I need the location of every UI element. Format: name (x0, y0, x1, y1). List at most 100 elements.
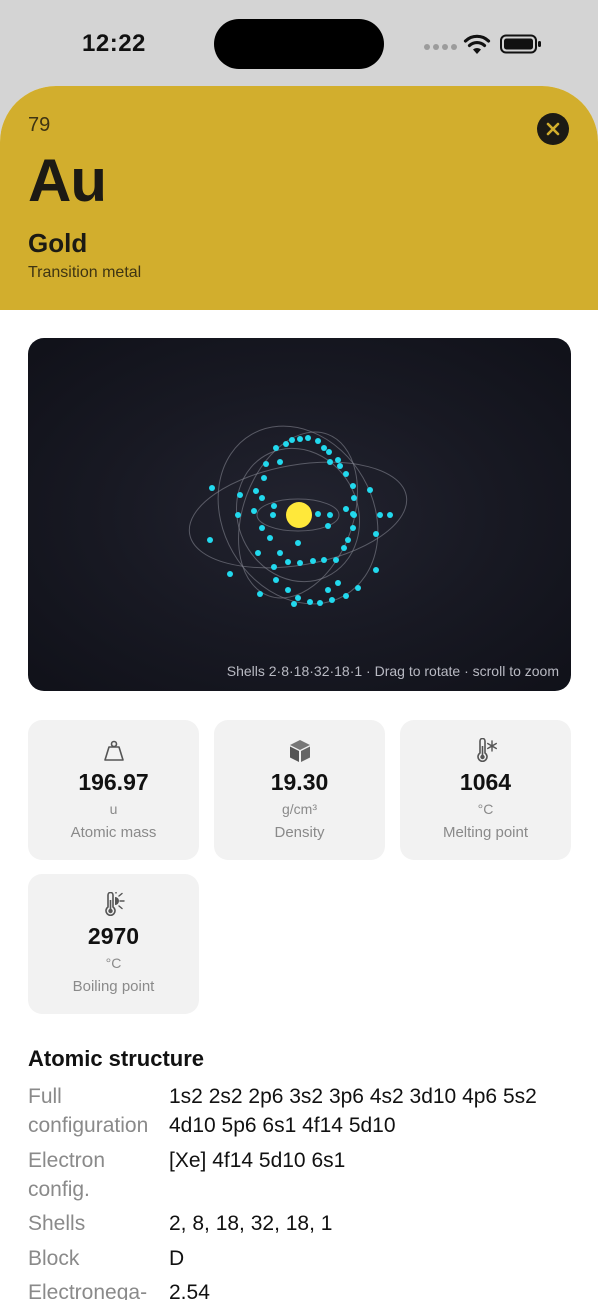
electron (277, 459, 283, 465)
property-label: Boiling point (72, 978, 155, 995)
electron (315, 511, 321, 517)
electron (307, 599, 313, 605)
thermometer-sun-icon (104, 892, 125, 916)
electron (327, 459, 333, 465)
property-card-melting-point: 1064 °C Melting point (400, 720, 571, 860)
property-value: 19.30 (270, 769, 329, 795)
electron (327, 512, 333, 518)
electron (345, 537, 351, 543)
electron (387, 512, 393, 518)
electron (259, 525, 265, 531)
electron (297, 560, 303, 566)
electron (317, 600, 323, 606)
structure-value-electron-config: [Xe] 4f14 5d10 6s1 (169, 1149, 346, 1172)
structure-value-electronegativity: 2.54 (169, 1281, 210, 1300)
electron (367, 487, 373, 493)
thermometer-snowflake-icon (476, 738, 497, 762)
electron (373, 567, 379, 573)
element-name: Gold (28, 228, 88, 258)
atom-viewer-caption: Shells 2·8·18·32·18·1 · Drag to rotate ·… (226, 663, 559, 679)
structure-value-full-configuration: 1s2 2s2 2p6 3s2 3p6 4s2 3d10 4p6 5s2 4d1… (169, 1085, 537, 1137)
electron (321, 557, 327, 563)
electron (273, 577, 279, 583)
status-bar: 12:22 (0, 0, 598, 86)
nucleus (286, 502, 312, 528)
status-time: 12:22 (82, 30, 146, 57)
atomic-number: 79 (28, 114, 51, 136)
electron (235, 512, 241, 518)
electron (259, 495, 265, 501)
electron (350, 511, 356, 517)
electron (355, 585, 361, 591)
electron (329, 597, 335, 603)
structure-value-shells: 2, 8, 18, 32, 18, 1 (169, 1212, 333, 1235)
property-unit: °C (105, 955, 122, 971)
element-symbol: Au (28, 147, 107, 214)
electron (315, 438, 321, 444)
structure-label-electronegativity: Electronega- (28, 1281, 148, 1300)
electron (285, 559, 291, 565)
structure-label-electron-config: Electron config. (28, 1149, 106, 1201)
electron (335, 580, 341, 586)
structure-label-shells: Shells (28, 1212, 86, 1235)
electron (295, 595, 301, 601)
property-label: Atomic mass (70, 824, 157, 841)
element-detail-sheet: 79 Au Gold Transition metal Shells 2·8·1… (0, 86, 598, 1300)
wifi-icon (463, 34, 491, 54)
cellular-signal-icon (424, 44, 457, 50)
property-value: 1064 (459, 769, 512, 795)
element-category: Transition metal (28, 264, 142, 281)
property-card-boiling-point: 2970 °C Boiling point (28, 874, 199, 1014)
close-button[interactable] (537, 113, 569, 145)
electron (267, 535, 273, 541)
structure-label-block: Block (28, 1247, 80, 1270)
property-label: Density (274, 824, 325, 841)
structure-label-full-configuration: Full configuration (28, 1085, 149, 1137)
cube-icon (289, 740, 310, 762)
electron (325, 587, 331, 593)
electron (333, 557, 339, 563)
weight-icon (103, 740, 124, 761)
electron (310, 558, 316, 564)
electron (227, 571, 233, 577)
electron (343, 471, 349, 477)
electron (305, 435, 311, 441)
electron (277, 550, 283, 556)
electron (255, 550, 261, 556)
atom-model-viewer[interactable]: Shells 2·8·18·32·18·1 · Drag to rotate ·… (28, 338, 571, 691)
electron (321, 445, 327, 451)
battery-icon (500, 34, 541, 54)
electron (263, 461, 269, 467)
electron (271, 564, 277, 570)
electron (350, 525, 356, 531)
electron (261, 475, 267, 481)
electron (326, 449, 332, 455)
electron (283, 441, 289, 447)
electron (335, 457, 341, 463)
property-value: 2970 (87, 923, 140, 949)
electron (251, 508, 257, 514)
structure-value-block: D (169, 1247, 185, 1270)
electron (285, 587, 291, 593)
electron (373, 531, 379, 537)
electron (209, 485, 215, 491)
electron (207, 537, 213, 543)
electron (350, 483, 356, 489)
property-unit: g/cm³ (282, 801, 317, 817)
section-title-atomic-structure: Atomic structure (28, 1046, 205, 1071)
property-card-atomic-mass: 196.97 u Atomic mass (28, 720, 199, 860)
dynamic-island (214, 19, 384, 69)
atom-model[interactable] (28, 338, 571, 691)
electron (257, 591, 263, 597)
element-header: 79 Au Gold Transition metal (0, 86, 598, 310)
electron (237, 492, 243, 498)
electron (337, 463, 343, 469)
electron (291, 601, 297, 607)
property-value: 196.97 (78, 769, 149, 795)
electron (377, 512, 383, 518)
close-icon (546, 122, 560, 136)
electron (271, 503, 277, 509)
property-unit: °C (477, 801, 494, 817)
electron (289, 437, 295, 443)
electron (351, 495, 357, 501)
